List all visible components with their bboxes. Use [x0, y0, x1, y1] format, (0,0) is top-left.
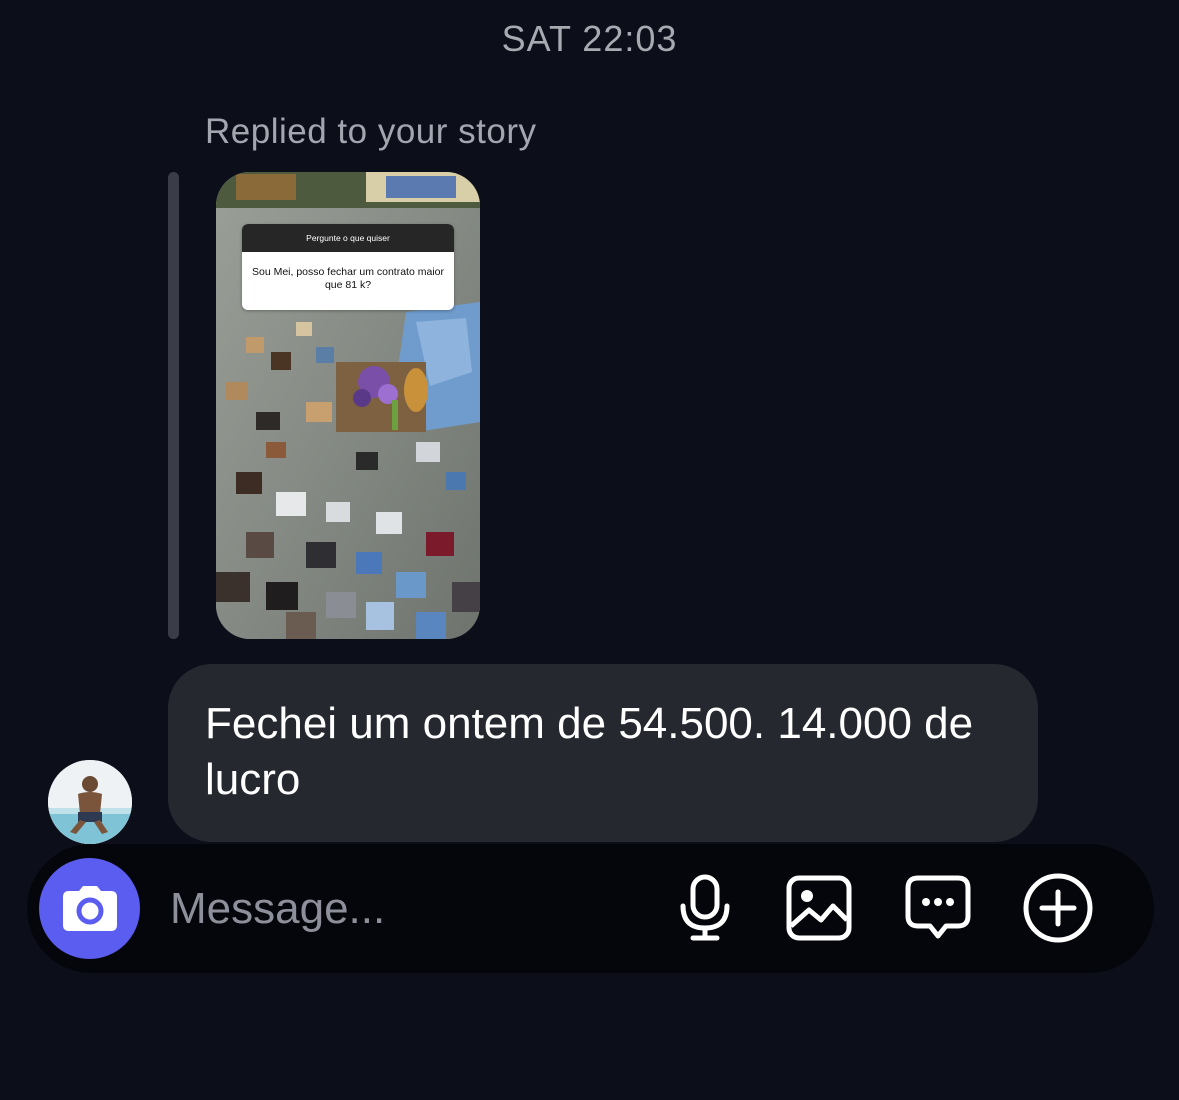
avatar-photo [48, 760, 132, 844]
message-timestamp: SAT 22:03 [501, 18, 678, 59]
story-thumbnail[interactable]: Pergunte o que quiser Sou Mei, posso fec… [216, 172, 480, 639]
story-question-sticker: Pergunte o que quiser Sou Mei, posso fec… [242, 224, 454, 310]
sender-avatar[interactable] [48, 760, 132, 844]
sticker-icon [905, 875, 971, 939]
message-bubble[interactable]: Fechei um ontem de 54.500. 14.000 de luc… [168, 664, 1038, 842]
gallery-icon [786, 875, 852, 941]
message-input[interactable] [170, 879, 640, 939]
sticker-button[interactable] [902, 872, 974, 944]
microphone-icon [680, 874, 730, 941]
reply-indicator-bar [168, 172, 179, 639]
question-sticker-text: Sou Mei, posso fechar um contrato maior … [251, 266, 444, 291]
question-sticker-header: Pergunte o que quiser [242, 224, 454, 252]
camera-button[interactable] [39, 858, 140, 959]
reply-caption: Replied to your story [205, 112, 537, 151]
dm-thread-screen: SAT 22:03 Replied to your story Pergunte… [0, 0, 1179, 1100]
camera-icon [62, 885, 117, 931]
microphone-button[interactable] [669, 872, 741, 944]
add-button[interactable] [1022, 872, 1094, 944]
add-icon [1023, 873, 1093, 943]
gallery-button[interactable] [783, 872, 855, 944]
